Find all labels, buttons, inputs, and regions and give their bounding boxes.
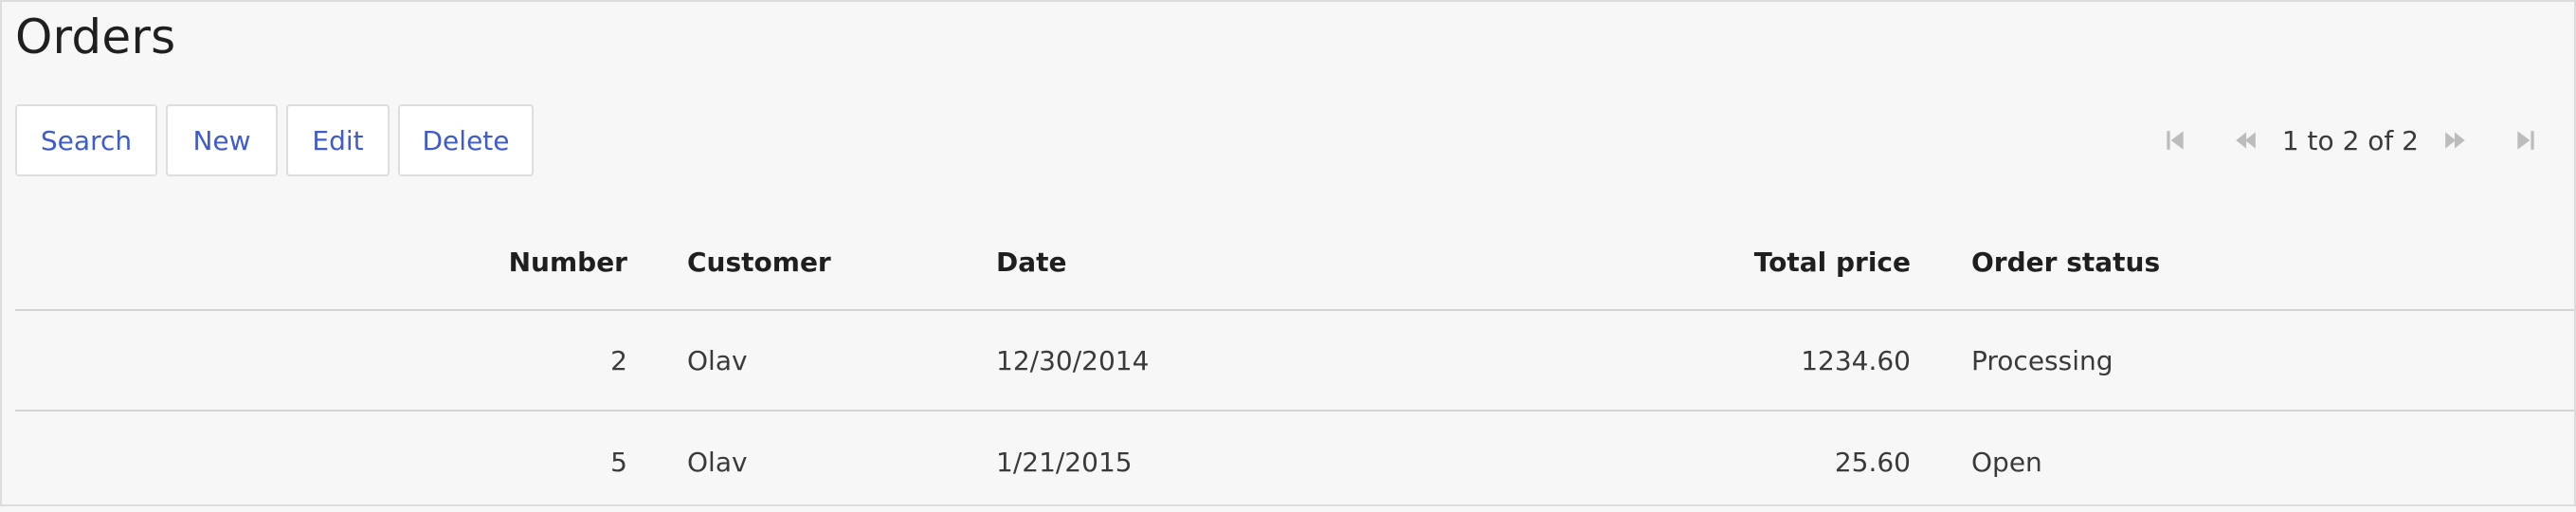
cell-total-price: 1234.60 — [1801, 344, 1911, 376]
column-header-order-status[interactable]: Order status — [1971, 214, 2445, 309]
edit-button[interactable]: Edit — [286, 104, 390, 176]
page-title: Orders — [15, 9, 176, 64]
column-header-number[interactable]: Number — [15, 214, 627, 309]
first-page-icon — [2167, 131, 2184, 150]
column-header-total-price[interactable]: Total price — [1247, 214, 1911, 309]
previous-page-button[interactable] — [2210, 112, 2280, 169]
next-page-icon — [2445, 132, 2465, 149]
cell-number: 2 — [610, 344, 627, 376]
search-button[interactable]: Search — [15, 104, 157, 176]
table-header-row: Number Customer Date Total price Order s… — [15, 214, 2574, 311]
pager-status: 1 to 2 of 2 — [2281, 124, 2419, 156]
pager: 1 to 2 of 2 — [2140, 104, 2561, 176]
orders-window: Orders Search New Edit Delete 1 to 2 of … — [0, 0, 2576, 506]
last-page-icon — [2517, 131, 2534, 150]
cell-customer: Olav — [687, 446, 748, 478]
cell-customer: Olav — [687, 344, 748, 376]
cell-order-status: Processing — [1971, 344, 2113, 376]
previous-page-icon — [2236, 132, 2256, 149]
delete-button[interactable]: Delete — [398, 104, 534, 176]
cell-order-status: Open — [1971, 446, 2042, 478]
table-row[interactable]: 5 Olav 1/21/2015 25.60 Open — [15, 411, 2574, 512]
orders-table: Number Customer Date Total price Order s… — [15, 214, 2574, 512]
toolbar: Search New Edit Delete — [15, 104, 534, 176]
cell-number: 5 — [610, 446, 627, 478]
last-page-button[interactable] — [2491, 112, 2561, 169]
cell-total-price: 25.60 — [1834, 446, 1911, 478]
table-row[interactable]: 2 Olav 12/30/2014 1234.60 Processing — [15, 311, 2574, 411]
column-header-customer[interactable]: Customer — [687, 214, 971, 309]
first-page-button[interactable] — [2140, 112, 2210, 169]
new-button[interactable]: New — [166, 104, 278, 176]
next-page-button[interactable] — [2421, 112, 2491, 169]
